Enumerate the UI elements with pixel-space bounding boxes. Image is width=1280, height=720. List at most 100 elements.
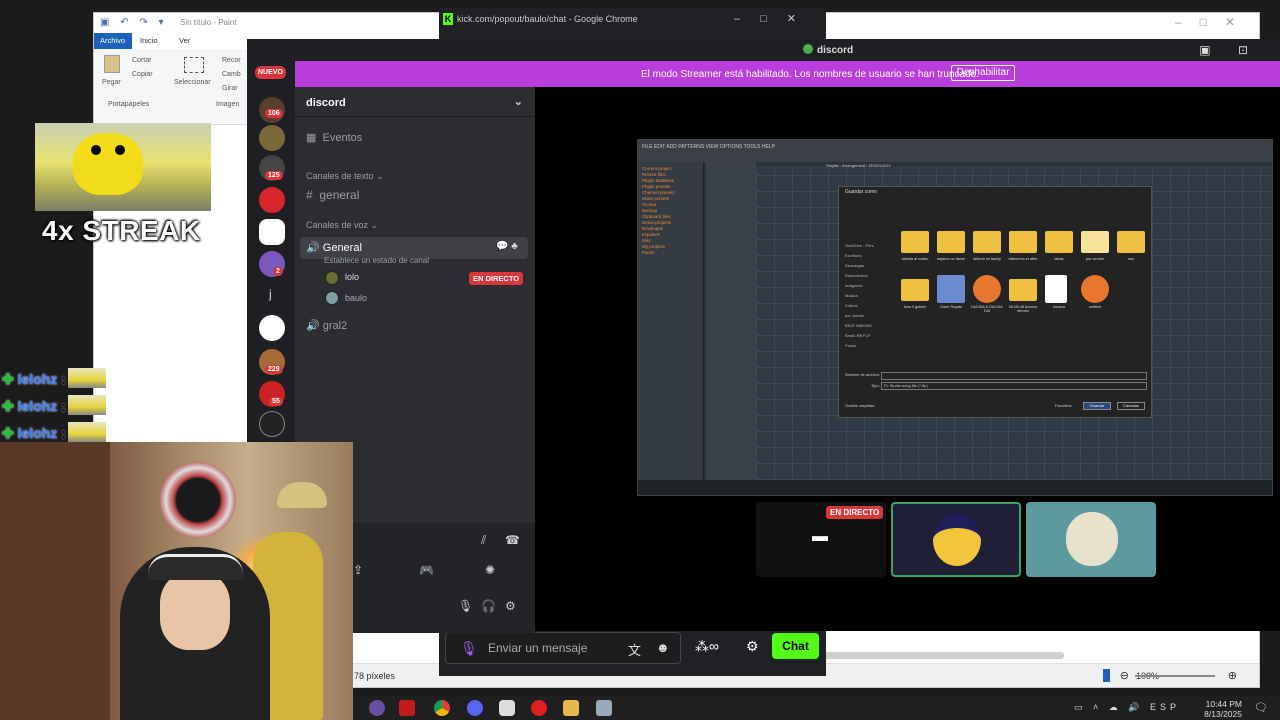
zoom-slider[interactable] <box>1135 675 1215 677</box>
discord-window-controls[interactable]: ▣ ⊡ <box>1199 43 1260 57</box>
server-icon[interactable] <box>259 125 285 151</box>
game-file-icon[interactable] <box>937 275 965 303</box>
sidebar-location[interactable]: Documentos <box>845 271 885 281</box>
favorites-button[interactable]: Favoritos <box>1055 403 1071 408</box>
hide-folders-toggle[interactable]: Ocultar carpetas <box>845 403 874 408</box>
zoom-slider-thumb[interactable] <box>1103 669 1110 682</box>
folder-icon[interactable] <box>1009 279 1037 301</box>
opera-icon[interactable] <box>531 700 547 716</box>
menu-home[interactable]: Inicio <box>140 36 158 45</box>
chevron-down-icon[interactable]: ⌄ <box>514 95 523 108</box>
voice-status[interactable]: Establece un estado de canal <box>324 256 429 265</box>
gear-icon[interactable]: ⚙ <box>746 638 759 655</box>
paint-h-scrollbar[interactable] <box>794 652 1064 659</box>
folder-icon[interactable] <box>1009 231 1037 253</box>
message-input[interactable]: Enviar un mensaje <box>488 641 587 655</box>
paste-label[interactable]: Pegar <box>102 79 121 86</box>
app-icon[interactable] <box>369 700 385 716</box>
sidebar-location[interactable]: Beat1.RB.FLP <box>845 331 885 341</box>
avatar[interactable] <box>325 271 339 285</box>
noise-suppression-icon[interactable]: ⫽ <box>481 533 486 548</box>
zoom-in-icon[interactable]: ⊕ <box>1228 669 1237 682</box>
disconnect-icon[interactable]: ☎ <box>505 533 520 547</box>
copy-button[interactable]: Copiar <box>132 71 153 78</box>
server-icon[interactable] <box>259 187 285 213</box>
folder-icon[interactable] <box>1045 231 1073 253</box>
app-icon[interactable] <box>499 700 515 716</box>
sidebar-location[interactable]: OneDrive - Pers <box>845 241 885 251</box>
participant-tile[interactable] <box>891 502 1021 577</box>
sidebar-location[interactable]: por vender <box>845 311 885 321</box>
chat-bubble-icon[interactable]: 💬 ♣ <box>496 241 518 252</box>
disable-streamer-mode-button[interactable]: Deshabilitar <box>951 65 1015 81</box>
stream-tile[interactable]: EN DIRECTO ▬ <box>756 502 886 577</box>
window-controls[interactable]: –□✕ <box>1175 15 1253 29</box>
menu-file[interactable]: Archivo <box>94 33 132 49</box>
save-button[interactable]: Guardar <box>1083 402 1111 410</box>
select-icon[interactable] <box>184 57 204 73</box>
sidebar-location[interactable]: Descargas <box>845 261 885 271</box>
voice-channel-general[interactable]: 🔊 General <box>306 241 362 254</box>
notification-icon[interactable]: 🗨 <box>1254 701 1268 714</box>
chrome-window-controls[interactable]: –□✕ <box>734 12 816 25</box>
settings-gear-icon[interactable]: ⚙ <box>505 599 516 613</box>
select-label[interactable]: Seleccionar <box>174 79 211 86</box>
server-icon[interactable] <box>259 219 285 245</box>
headphones-icon[interactable]: 🎧 <box>481 599 496 613</box>
language-indicator[interactable]: ESP <box>1150 702 1180 712</box>
music-file-icon[interactable] <box>1045 275 1067 303</box>
discord-icon[interactable] <box>467 700 483 716</box>
chat-button[interactable]: Chat <box>772 633 819 659</box>
clock[interactable]: 10:44 PM 8/13/2025 <box>1204 699 1242 719</box>
sidebar-location[interactable]: Escritorio <box>845 251 885 261</box>
fl-file-icon[interactable] <box>1081 275 1109 303</box>
rotate-button[interactable]: Girar <box>222 85 238 92</box>
folder-icon[interactable] <box>973 231 1001 253</box>
avatar[interactable] <box>325 291 339 305</box>
kick-points-icon[interactable]: ⁂∞ <box>695 638 719 655</box>
stream-view[interactable]: FILE EDIT ADD PATTERNS VIEW OPTIONS TOOL… <box>637 139 1273 496</box>
voice-user-name[interactable]: baulo <box>345 293 367 303</box>
text-category[interactable]: Canales de texto ⌄ <box>306 171 384 182</box>
type-select[interactable]: FL Studio song file (*.flp) <box>881 382 1147 390</box>
quick-access-icons[interactable]: ▣ ↶ ↷ ▾ <box>100 17 168 28</box>
sidebar-location[interactable]: Música <box>845 291 885 301</box>
sidebar-location[interactable]: Imágenes <box>845 281 885 291</box>
emoji-icon[interactable]: ☻ <box>656 640 670 655</box>
menu-view[interactable]: Ver <box>179 36 190 45</box>
voice-category[interactable]: Canales de voz ⌄ <box>306 220 378 231</box>
crop-button[interactable]: Recor <box>222 57 241 64</box>
mic-icon[interactable]: 🎙 <box>458 599 473 613</box>
folder-icon[interactable] <box>937 231 965 253</box>
chrome-icon[interactable] <box>434 700 450 716</box>
translate-icon[interactable]: 文 <box>628 640 641 659</box>
soundboard-icon[interactable]: ✺ <box>485 563 495 577</box>
folder-icon[interactable] <box>563 700 579 716</box>
server-initial[interactable]: j <box>269 287 272 301</box>
app-icon[interactable] <box>399 700 415 716</box>
zoom-out-icon[interactable]: ⊖ <box>1120 669 1129 682</box>
system-tray[interactable]: ▭ ˄ ☁ 🔊 ESP <box>1074 702 1180 713</box>
folder-icon[interactable] <box>1081 231 1109 253</box>
channel-general[interactable]: # general <box>306 188 359 202</box>
cancel-button[interactable]: Cancelar <box>1117 402 1145 410</box>
sidebar-location[interactable]: Vídeos <box>845 301 885 311</box>
voice-user-name[interactable]: lolo <box>345 272 359 282</box>
events-item[interactable]: ▦ Eventos <box>306 131 362 144</box>
server-header[interactable]: discord ⌄ <box>295 87 535 117</box>
sidebar-location[interactable]: BEAT MAKING <box>845 321 885 331</box>
mic-icon[interactable]: 🎙 <box>460 640 478 657</box>
server-icon[interactable] <box>259 315 285 341</box>
folder-icon[interactable] <box>901 279 929 301</box>
paste-icon[interactable] <box>104 55 120 73</box>
chat-composer[interactable]: 🎙 Enviar un mensaje 文 ☻ <box>445 632 681 664</box>
voice-channel-gral2[interactable]: 🔊 gral2 <box>306 319 347 332</box>
sidebar-location[interactable]: Packs <box>845 341 885 351</box>
folder-icon[interactable] <box>1117 231 1145 253</box>
app-icon[interactable] <box>596 700 612 716</box>
folder-icon[interactable] <box>901 231 929 253</box>
screen-share-icon[interactable]: ⇪ <box>353 563 363 577</box>
activity-icon[interactable]: 🎮 <box>419 563 434 577</box>
file-name-input[interactable] <box>881 372 1147 380</box>
server-icon[interactable] <box>259 411 285 437</box>
